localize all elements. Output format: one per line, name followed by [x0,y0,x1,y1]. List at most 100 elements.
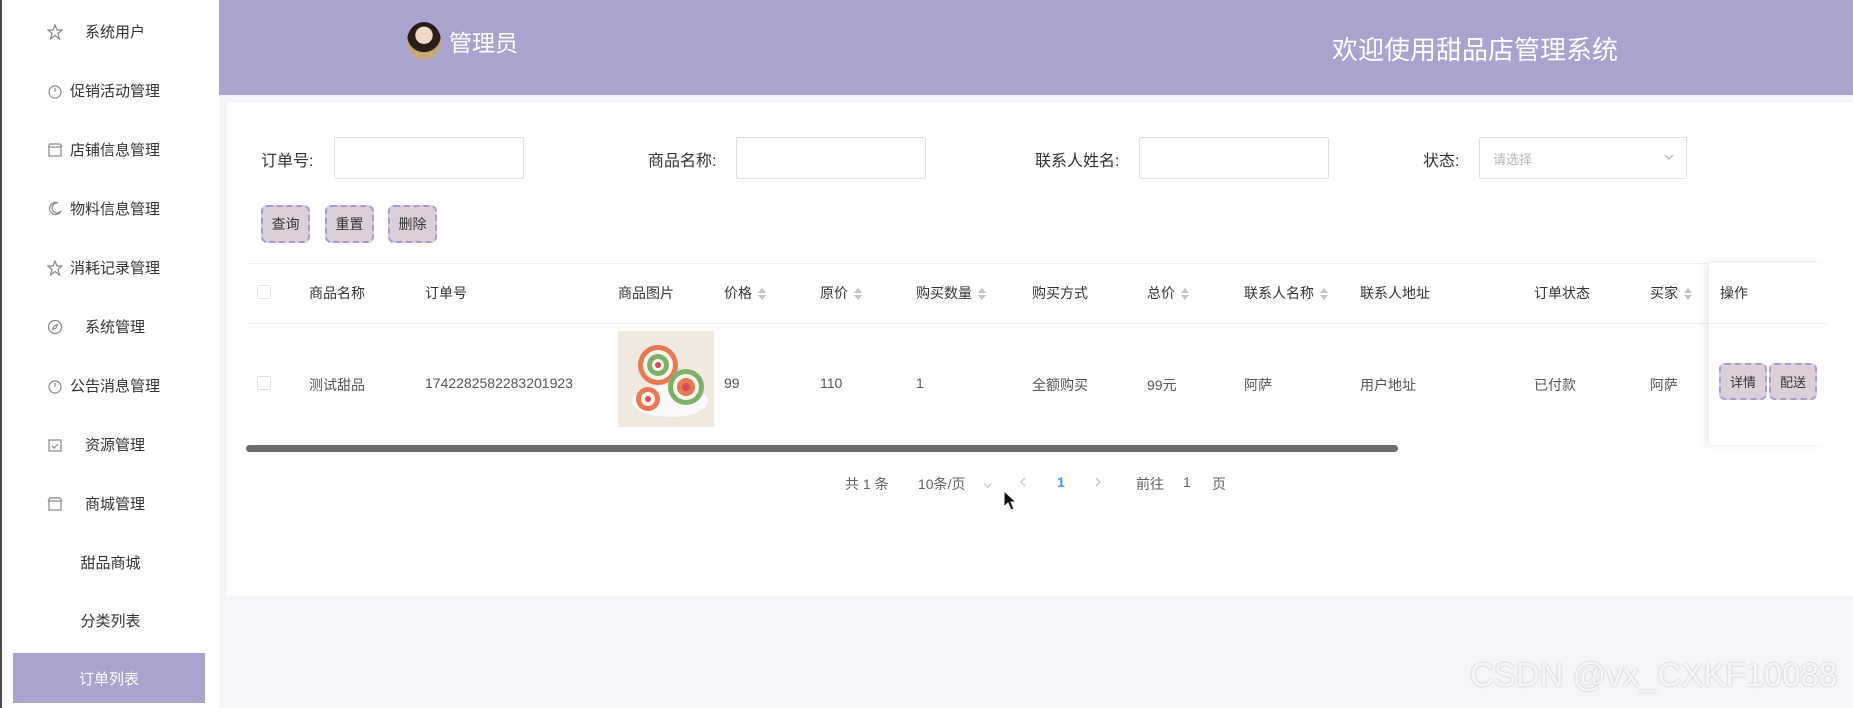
goto-label: 前往 [1136,476,1164,492]
mouse-cursor-icon [1003,490,1017,511]
col-header-operations: 操作 [1720,285,1748,301]
welcome-title: 欢迎使用甜品店管理系统 [1332,35,1619,65]
sort-icon[interactable] [854,288,862,301]
chevron-left-icon [1020,477,1026,487]
sidebar-item-shop-info[interactable]: 店铺信息管理 [2,120,219,179]
user-name: 管理员 [449,30,518,56]
col-header-order-status: 订单状态 [1534,285,1590,301]
order-no-input[interactable] [334,137,524,179]
cell-buyer: 阿萨 [1650,377,1678,393]
cell-original-price: 110 [820,375,843,391]
sidebar-item-consumption[interactable]: 消耗记录管理 [2,238,219,297]
horizontal-scrollbar[interactable] [246,445,1398,452]
col-header-payment-method: 购买方式 [1032,285,1088,301]
orders-table: 商品名称 订单号 商品图片 价格 原价 购买数量 购买方式 总价 联系人名称 联… [246,263,1826,452]
status-placeholder: 请选择 [1493,151,1533,167]
sidebar-item-materials[interactable]: 物料信息管理 [2,179,219,238]
status-label: 状态: [1423,153,1460,170]
sidebar: 系统用户 促销活动管理 店铺信息管理 物料信息管理 消耗记录管理 系统管理 公告… [0,0,219,708]
select-all-checkbox[interactable] [257,285,271,299]
sort-icon[interactable] [1684,288,1692,301]
sidebar-subitem-orders[interactable]: 订单列表 [13,653,205,703]
sidebar-item-announcements[interactable]: 公告消息管理 [2,356,219,415]
shop-icon [46,141,64,159]
sort-icon[interactable] [758,288,766,301]
sidebar-item-label: 商城管理 [85,496,146,513]
sidebar-subitem-label: 分类列表 [80,612,141,630]
sidebar-subitem-label: 订单列表 [78,670,139,688]
col-header-price[interactable]: 价格 [724,283,766,303]
sidebar-item-promotions[interactable]: 促销活动管理 [2,61,219,120]
col-header-product-image: 商品图片 [618,285,674,301]
timer-icon [46,82,64,100]
sidebar-subitem-dessert-mall[interactable]: 甜品商城 [2,537,219,587]
ops-header-divider [1709,323,1826,324]
star-icon [46,259,64,277]
delete-button[interactable]: 删除 [388,205,437,243]
sidebar-item-mall[interactable]: 商城管理 [2,474,219,533]
sidebar-item-resources[interactable]: 资源管理 [2,415,219,474]
cell-contact-address: 用户地址 [1360,377,1416,393]
contact-name-input[interactable] [1139,137,1329,179]
calendar-check-icon [46,436,64,454]
detail-button[interactable]: 详情 [1719,363,1767,400]
col-header-label: 总价 [1147,285,1175,301]
col-header-buyer[interactable]: 买家 [1650,283,1692,303]
chevron-down-icon [983,483,992,488]
cell-payment-method: 全额购买 [1032,377,1088,393]
order-no-label: 订单号: [261,153,314,170]
pagination-total: 共 1 条 [845,476,889,492]
sidebar-item-label: 公告消息管理 [70,378,161,395]
page-number-current[interactable]: 1 [1057,474,1065,490]
status-select[interactable]: 请选择 [1479,137,1687,179]
sidebar-item-label: 系统用户 [85,24,146,41]
top-header: 管理员 欢迎使用甜品店管理系统 [219,0,1853,95]
sidebar-item-label: 店铺信息管理 [70,142,161,159]
cell-product-name: 测试甜品 [309,377,365,393]
goto-page-suffix: 页 [1212,476,1226,492]
sidebar-item-label: 资源管理 [85,437,146,454]
col-header-original-price[interactable]: 原价 [820,283,862,303]
col-header-label: 联系人名称 [1244,285,1314,301]
col-header-label: 价格 [724,285,752,301]
page-size-value: 10条/页 [918,476,966,492]
sidebar-subitem-label: 甜品商城 [80,554,141,572]
chevron-down-icon [1664,150,1674,160]
cell-contact-name: 阿萨 [1244,377,1272,393]
compass-icon [46,318,64,336]
avatar[interactable] [407,22,441,60]
sidebar-subitem-categories[interactable]: 分类列表 [2,595,219,645]
prev-page-button[interactable] [1019,474,1027,490]
sidebar-item-system-users[interactable]: 系统用户 [2,2,219,61]
row-checkbox[interactable] [257,376,271,390]
cell-total: 99元 [1147,377,1177,393]
col-header-quantity[interactable]: 购买数量 [916,283,986,303]
watermark: CSDN @vx_CXKF10088 [1470,656,1838,693]
operations-column: 操作 详情 配送 [1709,263,1826,445]
col-header-total[interactable]: 总价 [1147,283,1189,303]
sidebar-item-label: 消耗记录管理 [70,260,161,277]
col-header-label: 买家 [1650,285,1678,301]
reset-button[interactable]: 重置 [325,205,374,243]
sidebar-item-label: 物料信息管理 [70,201,161,218]
sidebar-item-label: 系统管理 [85,319,146,336]
cell-quantity: 1 [916,375,924,391]
ship-button[interactable]: 配送 [1769,363,1817,400]
contact-name-label: 联系人姓名: [1035,153,1120,170]
next-page-button[interactable] [1094,474,1102,490]
timer-icon [46,377,64,395]
query-button[interactable]: 查询 [261,205,310,243]
sort-icon[interactable] [1320,288,1328,301]
page-size-select[interactable]: 10条/页 [918,474,992,494]
cell-price: 99 [724,375,740,391]
col-header-label: 购买数量 [916,285,972,301]
table-top-border [246,263,1826,264]
sort-icon[interactable] [978,288,986,301]
sort-icon[interactable] [1181,288,1189,301]
col-header-contact-name[interactable]: 联系人名称 [1244,283,1328,303]
product-name-input[interactable] [736,137,926,179]
col-header-contact-address: 联系人地址 [1360,285,1430,301]
goto-page-input[interactable]: 1 [1183,474,1191,490]
sidebar-item-system-admin[interactable]: 系统管理 [2,297,219,356]
user-info[interactable]: 管理员 [407,22,518,60]
